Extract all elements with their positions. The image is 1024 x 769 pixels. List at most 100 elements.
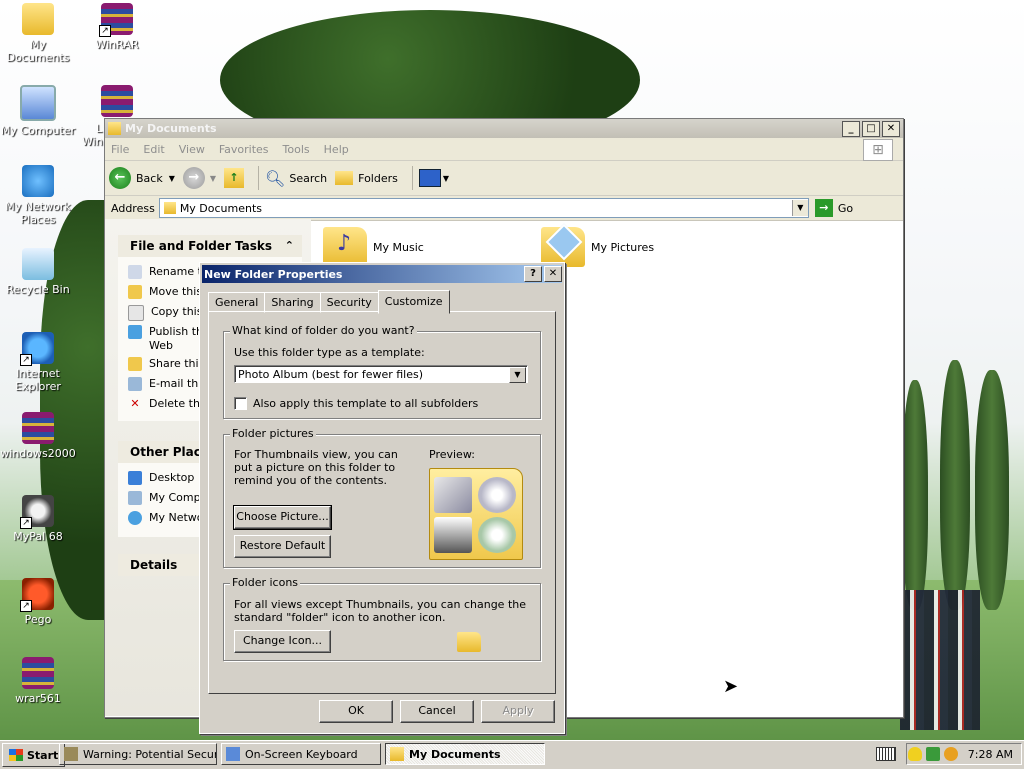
tab-security[interactable]: Security [319,292,379,313]
customize-panel: What kind of folder do you want? Use thi… [208,311,556,694]
up-button[interactable]: ↑ [224,168,245,188]
restore-default-button[interactable]: Restore Default [234,535,331,558]
wallpaper-poplar [975,370,1009,610]
menu-tools[interactable]: Tools [283,143,310,156]
template-label: Use this folder type as a template: [234,346,425,359]
chevron-down-icon: ▼ [209,173,217,183]
menu-bar: File Edit View Favorites Tools Help ⊞ [105,138,903,161]
network-icon[interactable] [925,747,940,761]
folder-up-icon: ↑ [224,168,245,188]
template-select[interactable]: Photo Album (best for fewer files) ▼ [234,365,528,383]
desktop-icon-recycle-bin[interactable]: Recycle Bin [0,248,78,296]
cancel-button[interactable]: Cancel [400,700,474,723]
search-icon: 🔍︎ [265,168,286,188]
recycle-bin-icon [22,248,54,280]
file-item-my-pictures[interactable]: My Pictures [541,223,654,267]
menu-favorites[interactable]: Favorites [219,143,269,156]
desktop-icon-network-places[interactable]: My Network Places [0,165,78,226]
tab-customize[interactable]: Customize [377,290,450,314]
taskbar: Start Warning: Potential Secur... On-Scr… [0,740,1024,769]
clock[interactable]: 7:28 AM [968,748,1013,761]
maximize-button[interactable]: □ [862,120,880,137]
desktop-icon-windows2000[interactable]: windows2000 [0,412,78,460]
taskbar-item-warning[interactable]: Warning: Potential Secur... [59,743,217,765]
folder-type-legend: What kind of folder do you want? [230,324,417,337]
explorer-title: My Documents [125,122,217,135]
desktop-icon-mypal[interactable]: MyPal 68 [0,495,78,543]
change-icon-button[interactable]: Change Icon... [234,630,331,653]
folder-pictures-legend: Folder pictures [230,427,316,440]
close-button[interactable]: ✕ [882,120,900,137]
menu-file[interactable]: File [111,143,129,156]
shield-icon[interactable] [907,747,922,761]
search-icon[interactable] [943,747,958,761]
menu-edit[interactable]: Edit [143,143,164,156]
chevron-down-icon[interactable]: ▼ [509,367,526,383]
network-places-icon [22,165,54,197]
go-arrow-icon: → [814,199,833,217]
address-dropdown-button[interactable]: ▼ [791,200,808,216]
mouse-cursor-icon: ➤ [723,676,739,697]
tab-sharing[interactable]: Sharing [264,292,321,313]
desktop-icon-pego[interactable]: Pego [0,578,78,626]
start-button[interactable]: Start [2,743,66,767]
dialog-close-button[interactable]: ✕ [544,266,562,282]
keyboard-tray-icon[interactable] [876,747,896,761]
collapse-chevron-icon[interactable]: ⌃ [285,235,294,257]
preview-label: Preview: [429,448,475,461]
winrar-archive-icon [22,412,54,444]
folder-properties-dialog: New Folder Properties ? ✕ General Sharin… [199,262,565,734]
wallpaper-soldiers [900,590,980,730]
email-icon [128,377,142,391]
desktop-icon-partial[interactable] [77,85,157,120]
go-button[interactable]: → Go [814,199,853,217]
desktop-icon-my-computer[interactable]: My Computer [0,85,78,137]
checkbox-box[interactable] [234,397,247,410]
desktop-partial-label: L [96,122,103,135]
choose-picture-button[interactable]: Choose Picture... [233,505,332,530]
delete-x-icon: ✕ [130,397,140,410]
file-folder-tasks-header[interactable]: File and Folder Tasks ⌃ [118,235,302,257]
wallpaper-poplar [902,380,928,610]
windows-logo-icon [9,749,23,761]
address-input[interactable]: My Documents ▼ [158,198,809,218]
wallpaper-poplar [940,360,970,610]
minimize-button[interactable]: _ [842,120,860,137]
search-button[interactable]: 🔍︎ Search [265,169,327,188]
taskbar-item-my-documents[interactable]: My Documents [385,743,545,765]
folder-pictures-description: For Thumbnails view, you can put a pictu… [234,448,398,487]
apply-subfolders-checkbox[interactable]: Also apply this template to all subfolde… [234,397,478,410]
rename-icon [128,265,142,279]
explorer-titlebar[interactable]: My Documents _ □ ✕ [105,119,903,138]
ie-warning-icon [64,747,78,761]
back-button[interactable]: ← Back ▼ [109,167,175,189]
menu-view[interactable]: View [179,143,205,156]
desktop-partial-label: Win [82,135,103,148]
preview-thumb-1 [434,477,472,513]
my-computer-icon [20,85,56,121]
tab-strip: General Sharing Security Customize [208,290,450,314]
my-documents-icon [22,3,54,35]
views-button[interactable]: ▼ [418,169,449,187]
dialog-titlebar[interactable]: New Folder Properties ? ✕ [202,265,562,283]
folders-button[interactable]: Folders [335,171,398,185]
file-item-my-music[interactable]: ♪ My Music [323,227,424,267]
menu-help[interactable]: Help [324,143,349,156]
folders-icon [335,171,354,185]
forward-button[interactable]: → ▼ [182,167,217,189]
keyboard-icon [226,747,240,761]
help-button[interactable]: ? [524,266,542,282]
preview-thumb-4 [478,517,516,553]
tab-general[interactable]: General [208,292,266,313]
preview-thumb-3 [434,517,472,553]
desktop-icon-winrar[interactable]: WinRAR [77,3,157,51]
desktop-icon-my-documents[interactable]: My Documents [0,3,78,64]
desktop-icon-wrar561[interactable]: wrar561 [0,657,78,705]
taskbar-item-osk[interactable]: On-Screen Keyboard [221,743,381,765]
desktop-icon-internet-explorer[interactable]: Internet Explorer [0,332,78,393]
apply-button[interactable]: Apply [481,700,555,723]
ok-button[interactable]: OK [319,700,393,723]
windows-logo-icon: ⊞ [863,139,893,161]
toolbar-separator [258,166,260,190]
dialog-title: New Folder Properties [204,267,343,281]
